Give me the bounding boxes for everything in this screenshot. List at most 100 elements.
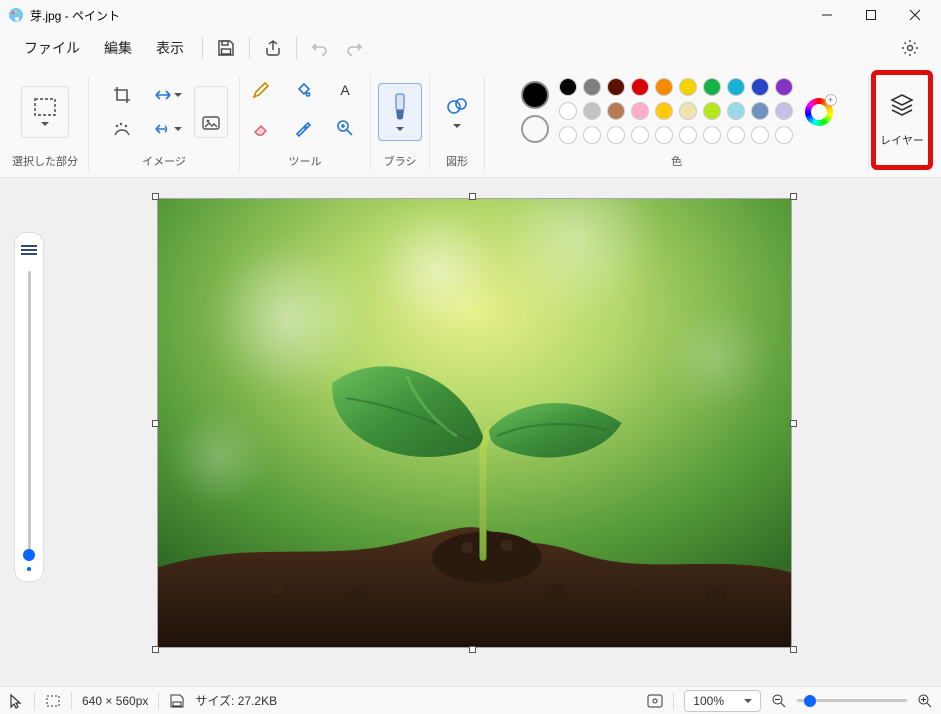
brush-tool[interactable]: [378, 83, 422, 141]
custom-color-slot[interactable]: [775, 126, 793, 144]
color-swatch[interactable]: [775, 102, 793, 120]
zoom-out-button[interactable]: [771, 693, 787, 709]
custom-color-slot[interactable]: [703, 126, 721, 144]
resize-handle[interactable]: [790, 193, 797, 200]
layers-button[interactable]: レイヤー: [871, 70, 933, 170]
svg-text:A: A: [340, 82, 350, 98]
color-swatch[interactable]: [727, 78, 745, 96]
cursor-icon: [8, 693, 24, 709]
color-swatch[interactable]: [655, 78, 673, 96]
color-swatch[interactable]: [583, 102, 601, 120]
custom-color-slot[interactable]: [559, 126, 577, 144]
size-label: サイズ:: [195, 694, 234, 708]
canvas-area: [0, 178, 941, 686]
color-swatch[interactable]: [751, 102, 769, 120]
group-label: 色: [671, 151, 682, 169]
remove-bg-button[interactable]: [104, 114, 140, 144]
share-button[interactable]: [256, 31, 290, 65]
group-selection: 選択した部分: [2, 70, 88, 175]
color-swatch[interactable]: [655, 102, 673, 120]
color-swatch[interactable]: [559, 78, 577, 96]
shapes-button[interactable]: [437, 86, 477, 138]
color-swatch[interactable]: [631, 102, 649, 120]
menu-file[interactable]: ファイル: [12, 32, 92, 64]
text-tool[interactable]: A: [327, 75, 363, 105]
color-swatch[interactable]: [679, 102, 697, 120]
maximize-button[interactable]: [849, 1, 893, 29]
zoom-dropdown[interactable]: 100%: [684, 690, 761, 712]
settings-button[interactable]: [893, 31, 927, 65]
menu-edit[interactable]: 編集: [92, 32, 144, 64]
custom-color-slot[interactable]: [607, 126, 625, 144]
custom-color-slot[interactable]: [583, 126, 601, 144]
custom-color-slot[interactable]: [679, 126, 697, 144]
custom-color-slot[interactable]: [655, 126, 673, 144]
zoom-value: 100%: [693, 694, 724, 708]
custom-color-slot[interactable]: [751, 126, 769, 144]
color-swatch[interactable]: [727, 102, 745, 120]
edit-colors-button[interactable]: +: [805, 98, 833, 126]
eraser-tool[interactable]: [243, 113, 279, 143]
color-swatch[interactable]: [751, 78, 769, 96]
brush-size-slider[interactable]: [28, 271, 31, 555]
color-swatch[interactable]: [631, 78, 649, 96]
pencil-tool[interactable]: [243, 75, 279, 105]
zoom-slider-thumb[interactable]: [804, 695, 816, 707]
resize-handle[interactable]: [152, 420, 159, 427]
brush-texture-icon: [20, 243, 38, 261]
color-swatch[interactable]: [607, 78, 625, 96]
selection-status-icon: [45, 693, 61, 709]
group-label: ツール: [289, 151, 322, 169]
color-swatch[interactable]: [559, 102, 577, 120]
resize-handle[interactable]: [790, 420, 797, 427]
color-swatch[interactable]: [679, 78, 697, 96]
color-palette: [559, 78, 795, 146]
group-shapes: 図形: [430, 70, 484, 175]
picker-tool[interactable]: [285, 113, 321, 143]
selection-tool[interactable]: [21, 86, 69, 138]
color-swatch[interactable]: [583, 78, 601, 96]
group-label: 選択した部分: [12, 151, 78, 169]
group-brush: ブラシ: [371, 70, 429, 175]
fill-tool[interactable]: [285, 75, 321, 105]
custom-color-slot[interactable]: [727, 126, 745, 144]
title-bar: 芽.jpg - ペイント: [0, 0, 941, 30]
resize-handle[interactable]: [152, 646, 159, 653]
zoom-tool[interactable]: [327, 113, 363, 143]
redo-button[interactable]: [337, 31, 371, 65]
ai-image-button[interactable]: [194, 86, 228, 138]
secondary-color[interactable]: [521, 115, 549, 143]
color-swatch[interactable]: [703, 102, 721, 120]
group-image: イメージ: [89, 70, 239, 175]
canvas-dimensions: 640 × 560px: [82, 694, 148, 708]
save-status-icon: [169, 693, 185, 709]
save-button[interactable]: [209, 31, 243, 65]
color-swatch[interactable]: [703, 78, 721, 96]
resize-handle[interactable]: [790, 646, 797, 653]
fit-screen-icon[interactable]: [647, 693, 663, 709]
crop-button[interactable]: [104, 80, 140, 110]
primary-color[interactable]: [521, 81, 549, 109]
resize-handle[interactable]: [469, 193, 476, 200]
layers-label: レイヤー: [880, 132, 924, 148]
resize-handle[interactable]: [152, 193, 159, 200]
close-button[interactable]: [893, 1, 937, 29]
menu-bar: ファイル 編集 表示: [0, 30, 941, 66]
resize-handle[interactable]: [469, 646, 476, 653]
slider-min-dot: [27, 567, 31, 571]
color-swatch[interactable]: [607, 102, 625, 120]
menu-view[interactable]: 表示: [144, 32, 196, 64]
zoom-in-button[interactable]: [917, 693, 933, 709]
zoom-slider[interactable]: [797, 699, 907, 702]
slider-thumb[interactable]: [23, 549, 35, 561]
undo-button[interactable]: [303, 31, 337, 65]
status-bar: 640 × 560px サイズ: 27.2KB 100%: [0, 686, 941, 714]
color-swatch[interactable]: [775, 78, 793, 96]
custom-color-slot[interactable]: [631, 126, 649, 144]
group-colors: + 色: [485, 70, 868, 175]
rotate-button[interactable]: [146, 114, 190, 144]
canvas[interactable]: [157, 198, 792, 648]
resize-button[interactable]: [146, 80, 190, 110]
window-title: 芽.jpg - ペイント: [30, 7, 120, 24]
minimize-button[interactable]: [805, 1, 849, 29]
